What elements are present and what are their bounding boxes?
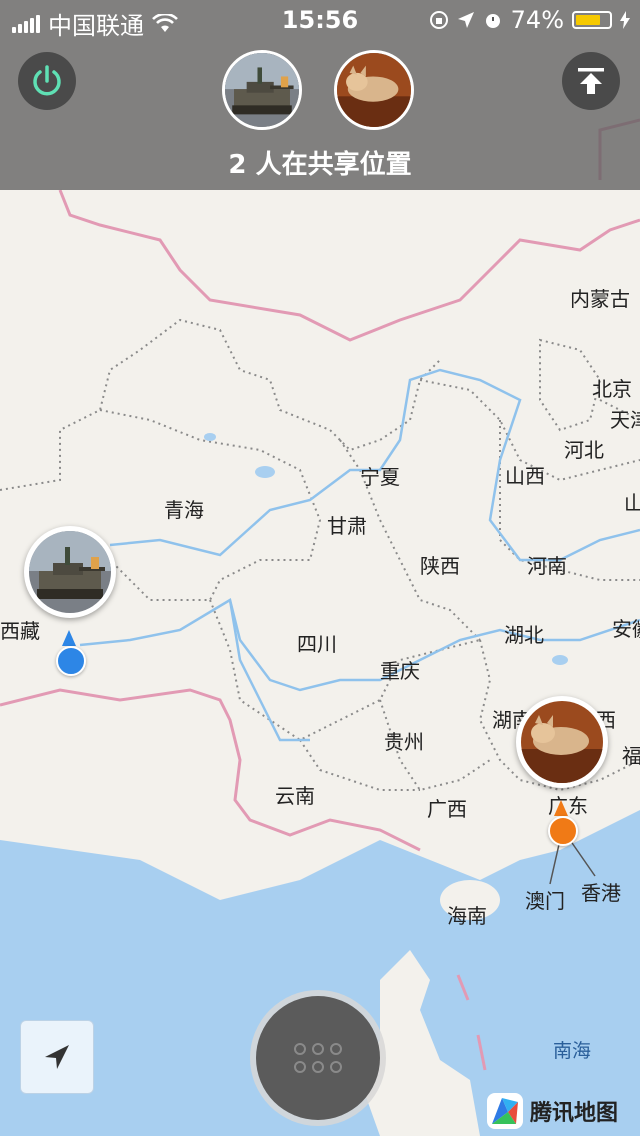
label-qinghai: 青海 xyxy=(164,498,204,522)
user1-map-avatar[interactable] xyxy=(24,526,116,618)
grid-menu-icon xyxy=(256,996,380,1120)
navigation-arrow-icon xyxy=(45,1045,69,1069)
label-ningxia: 宁夏 xyxy=(360,465,400,489)
tencent-map-brand: 腾讯地图 xyxy=(486,1092,618,1130)
upload-top-icon xyxy=(578,68,604,94)
user2-header-avatar[interactable] xyxy=(334,50,414,130)
label-hongkong: 香港 xyxy=(581,881,621,905)
tencent-map-logo xyxy=(487,1093,523,1129)
user1-heading-arrow xyxy=(62,630,76,646)
my-location-button[interactable] xyxy=(20,1020,94,1094)
label-shandong: 山 xyxy=(624,491,640,515)
cat-avatar-image xyxy=(521,701,603,783)
user2-location-dot[interactable] xyxy=(548,816,578,846)
label-henan: 河南 xyxy=(527,554,567,578)
label-hubei: 湖北 xyxy=(504,623,544,647)
user2-heading-arrow xyxy=(554,800,568,816)
main-menu-button[interactable] xyxy=(250,990,386,1126)
label-beijing: 北京 xyxy=(592,377,632,401)
label-nanhai: 南海 xyxy=(553,1040,592,1062)
exit-share-button[interactable] xyxy=(18,52,76,110)
label-neimenggu: 内蒙古 xyxy=(570,287,630,311)
label-guangxi: 广西 xyxy=(427,797,467,821)
tank-avatar-image xyxy=(29,531,111,613)
label-gansu: 甘肃 xyxy=(327,514,367,538)
charging-bolt-icon xyxy=(620,11,630,29)
brand-name: 腾讯地图 xyxy=(530,1101,619,1126)
label-chongqing: 重庆 xyxy=(380,659,420,683)
rotation-lock-icon xyxy=(429,11,448,29)
label-guizhou: 贵州 xyxy=(384,730,424,754)
user1-header-avatar[interactable] xyxy=(222,50,302,130)
label-anhui: 安徽 xyxy=(612,617,640,641)
label-shaanxi: 陕西 xyxy=(420,554,460,578)
label-shanxi: 山西 xyxy=(505,464,545,488)
label-hainan: 海南 xyxy=(447,904,487,928)
label-xizang: 西藏 xyxy=(0,619,40,643)
sharing-count-text: 2 人在共享位置 xyxy=(228,150,412,180)
power-icon xyxy=(33,65,61,96)
minimize-button[interactable] xyxy=(562,52,620,110)
location-services-icon xyxy=(457,12,474,28)
alarm-icon xyxy=(485,14,500,28)
battery-percent: 74% xyxy=(510,6,564,34)
status-bar: 中国联通 15:56 74% xyxy=(0,0,640,40)
label-tianjin: 天津 xyxy=(610,408,640,432)
battery-icon xyxy=(572,11,612,29)
label-yunnan: 云南 xyxy=(275,784,315,808)
label-fujian: 福 xyxy=(622,744,640,768)
user2-map-avatar[interactable] xyxy=(516,696,608,788)
label-sichuan: 四川 xyxy=(297,632,337,656)
label-hebei: 河北 xyxy=(564,438,604,462)
label-macau: 澳门 xyxy=(525,889,565,913)
user1-location-dot[interactable] xyxy=(56,646,86,676)
